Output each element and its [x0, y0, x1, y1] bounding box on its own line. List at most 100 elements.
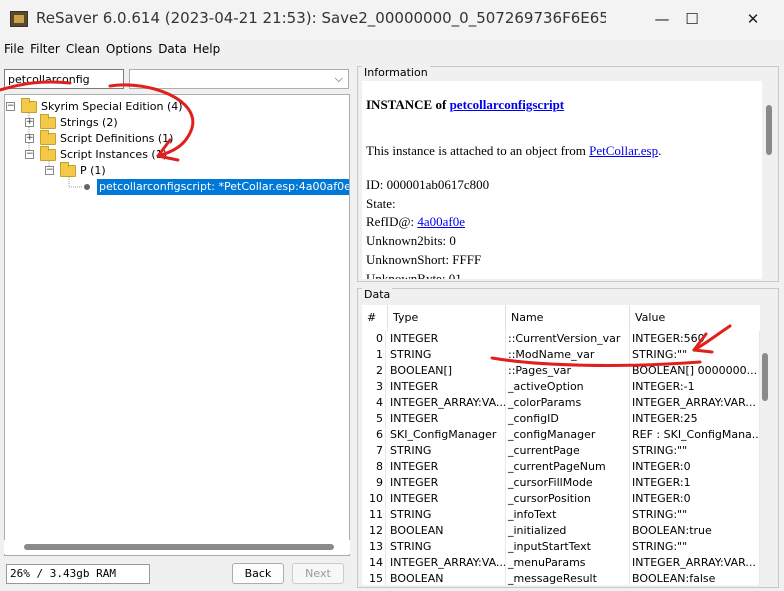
script-link[interactable]: petcollarconfigscript	[450, 97, 565, 112]
cell-index: 6	[362, 427, 386, 443]
cell-name: _cursorPosition	[506, 491, 630, 507]
id-line: ID: 000001ab0617c800	[366, 177, 490, 192]
column-header-name[interactable]: Name	[506, 305, 630, 331]
chevron-down-icon: ⌵	[334, 72, 343, 85]
folder-icon	[21, 98, 37, 113]
cell-name: _currentPage	[506, 443, 630, 459]
cell-index: 1	[362, 347, 386, 363]
table-row[interactable]: 0 INTEGER::CurrentVersion_var INTEGER:560	[362, 331, 760, 347]
cell-type: BOOLEAN	[388, 571, 506, 585]
cell-type: BOOLEAN	[388, 523, 506, 539]
tree-horizontal-scrollbar[interactable]	[4, 540, 350, 554]
tree-node-label: petcollarconfigscript: *PetCollar.esp:4a…	[97, 179, 349, 195]
cell-type: INTEGER	[388, 475, 506, 491]
table-row[interactable]: 1 STRING::ModName_var STRING:""	[362, 347, 760, 363]
table-row[interactable]: 2 BOOLEAN[]::Pages_var BOOLEAN[] 0000000..…	[362, 363, 760, 379]
column-header-value[interactable]: Value	[630, 305, 760, 331]
cell-name: _colorParams	[506, 395, 630, 411]
back-button[interactable]: Back	[232, 563, 284, 584]
next-button[interactable]: Next	[292, 563, 344, 584]
scrollbar-thumb[interactable]	[762, 353, 768, 401]
cell-index: 12	[362, 523, 386, 539]
close-button[interactable]: ✕	[738, 6, 768, 32]
cell-type: STRING	[388, 443, 506, 459]
unknown2bits-line: Unknown2bits: 0	[366, 233, 456, 248]
cell-name: _cursorFillMode	[506, 475, 630, 491]
data-table[interactable]: # Type Name Value 0 INTEGER::CurrentVersi…	[362, 305, 760, 585]
table-row[interactable]: 5 INTEGER _configID INTEGER:25	[362, 411, 760, 427]
save-tree[interactable]: − Skyrim Special Edition (4) + Strings (…	[4, 94, 350, 556]
cell-name: _menuParams	[506, 555, 630, 571]
table-row[interactable]: 12 BOOLEAN _initialized BOOLEAN:true	[362, 523, 760, 539]
scrollbar-thumb[interactable]	[24, 544, 334, 550]
cell-type: STRING	[388, 347, 506, 363]
cell-index: 3	[362, 379, 386, 395]
folder-icon	[40, 130, 56, 145]
search-input[interactable]	[4, 69, 124, 89]
cell-type: INTEGER	[388, 459, 506, 475]
cell-name: ::Pages_var	[506, 363, 630, 379]
cell-type: INTEGER	[388, 411, 506, 427]
app-icon	[10, 11, 28, 27]
unknownshort-line: UnknownShort: FFFF	[366, 252, 482, 267]
state-line: State:	[366, 196, 396, 211]
table-row[interactable]: 7 STRING _currentPage STRING:""	[362, 443, 760, 459]
ram-usage: 26% / 3.43gb RAM	[6, 564, 150, 584]
table-row[interactable]: 15 BOOLEAN _messageResult BOOLEAN:false	[362, 571, 760, 585]
tree-node-label: Skyrim Special Edition (4)	[41, 100, 183, 113]
table-row[interactable]: 6 SKI_ConfigManager _configManager REF : SK…	[362, 427, 760, 443]
refid-line: RefID@: 4a00af0e	[366, 214, 465, 229]
menu-options[interactable]: Options	[102, 40, 154, 56]
collapse-toggle-icon[interactable]: −	[45, 166, 54, 175]
table-row[interactable]: 14 INTEGER_ARRAY:VA... _menuParams INTEGER_…	[362, 555, 760, 571]
table-row[interactable]: 10 INTEGER _cursorPosition INTEGER:0	[362, 491, 760, 507]
table-row[interactable]: 4 INTEGER_ARRAY:VA... _colorParams INTEGER_…	[362, 395, 760, 411]
cell-name: _infoText	[506, 507, 630, 523]
menu-filter[interactable]: Filter	[26, 40, 62, 56]
table-row[interactable]: 9 INTEGER _cursorFillMode INTEGER:1	[362, 475, 760, 491]
cell-value: BOOLEAN:false	[630, 571, 760, 585]
minimize-button[interactable]: —	[647, 6, 677, 32]
refid-link[interactable]: 4a00af0e	[417, 214, 465, 229]
expand-toggle-icon[interactable]: +	[25, 134, 34, 143]
folder-icon	[40, 146, 56, 161]
table-row[interactable]: 11 STRING _infoText STRING:""	[362, 507, 760, 523]
attached-line: This instance is attached to an object f…	[366, 143, 662, 158]
cell-value: INTEGER:-1	[630, 379, 760, 395]
filter-dropdown[interactable]: ⌵	[129, 69, 349, 89]
cell-index: 11	[362, 507, 386, 523]
cell-type: BOOLEAN[]	[388, 363, 506, 379]
title-bar: ReSaver 6.0.614 (2023-04-21 21:53): Save…	[0, 0, 784, 40]
table-row[interactable]: 8 INTEGER _currentPageNum INTEGER:0	[362, 459, 760, 475]
unknownbyte-line: UnknownByte: 01	[366, 271, 462, 279]
collapse-toggle-icon[interactable]: −	[25, 150, 34, 159]
plugin-link[interactable]: PetCollar.esp	[589, 143, 658, 158]
information-content: INSTANCE of petcollarconfigscript This i…	[362, 81, 762, 279]
cell-type: SKI_ConfigManager	[388, 427, 506, 443]
column-header-index[interactable]: #	[362, 305, 388, 331]
column-header-type[interactable]: Type	[388, 305, 506, 331]
cell-index: 8	[362, 459, 386, 475]
menu-data[interactable]: Data	[154, 40, 189, 56]
menu-file[interactable]: File	[0, 40, 26, 56]
collapse-toggle-icon[interactable]: −	[6, 102, 15, 111]
cell-value: INTEGER:1	[630, 475, 760, 491]
menu-help[interactable]: Help	[189, 40, 222, 56]
cell-value: INTEGER_ARRAY:VAR...	[630, 555, 760, 571]
information-scrollbar[interactable]	[764, 81, 774, 279]
scrollbar-thumb[interactable]	[766, 105, 772, 155]
table-row[interactable]: 3 INTEGER _activeOption INTEGER:-1	[362, 379, 760, 395]
cell-index: 15	[362, 571, 386, 585]
maximize-button[interactable]: ☐	[677, 6, 707, 32]
tree-node-label: Script Definitions (1)	[60, 132, 174, 145]
expand-toggle-icon[interactable]: +	[25, 118, 34, 127]
cell-type: INTEGER	[388, 491, 506, 507]
menu-clean[interactable]: Clean	[62, 40, 102, 56]
data-scrollbar[interactable]	[760, 331, 770, 585]
table-row[interactable]: 13 STRING _inputStartText STRING:""	[362, 539, 760, 555]
tree-node-label: Strings (2)	[60, 116, 118, 129]
cell-value: STRING:""	[630, 539, 760, 555]
tree-node-instance[interactable]: petcollarconfigscript: *PetCollar.esp:4a…	[5, 179, 349, 195]
cell-name: _configManager	[506, 427, 630, 443]
instance-heading: INSTANCE of petcollarconfigscript	[366, 97, 565, 112]
